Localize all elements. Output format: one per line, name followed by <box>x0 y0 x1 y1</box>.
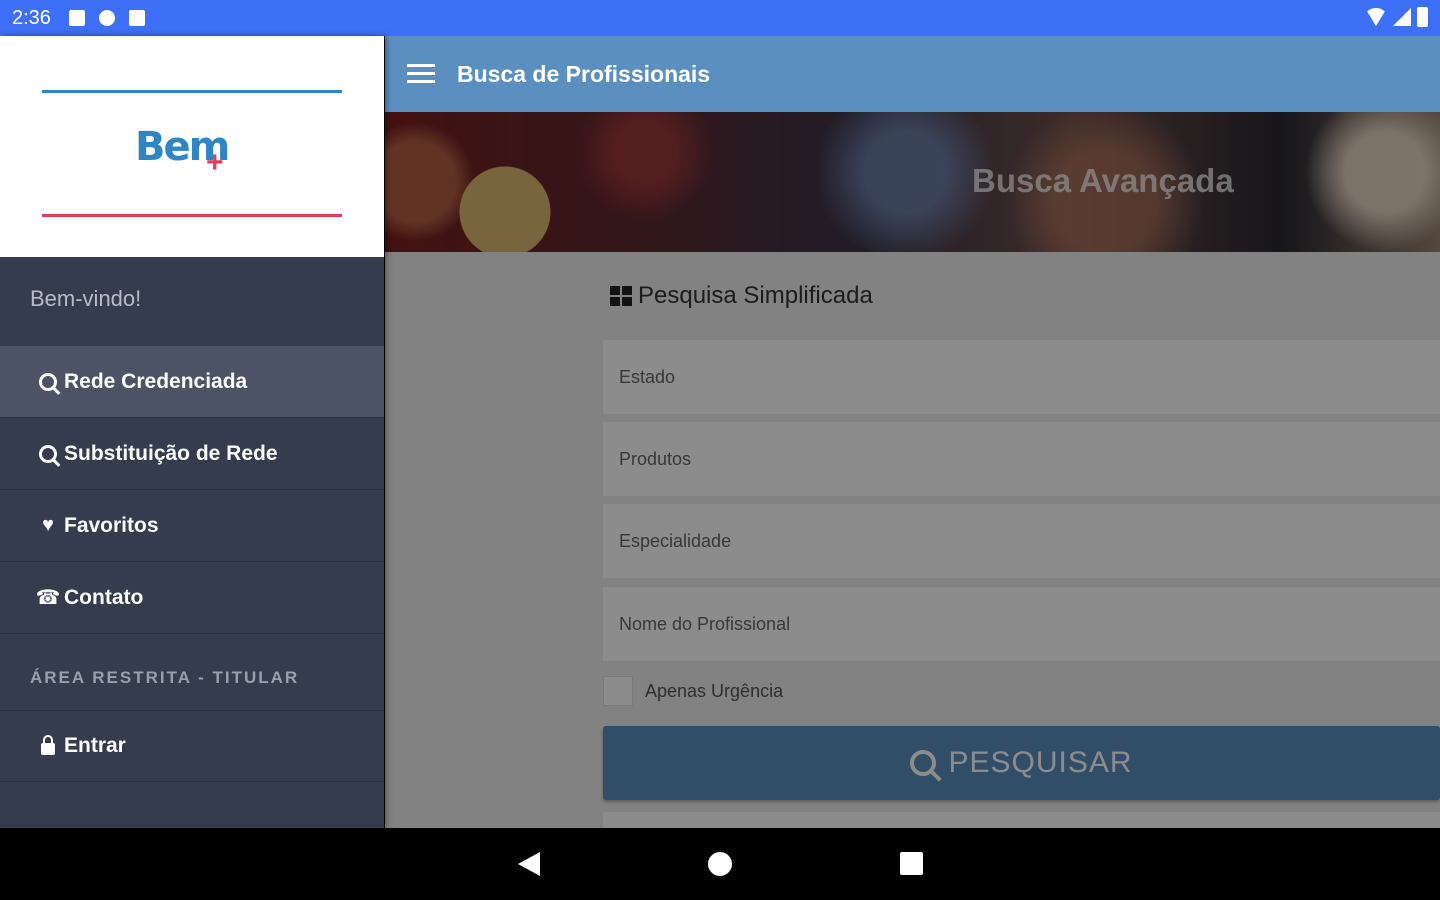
home-icon[interactable] <box>708 852 732 876</box>
drawer-item-rede-credenciada[interactable]: Rede Credenciada <box>0 346 384 418</box>
drawer-item-label: Substituição de Rede <box>64 441 278 465</box>
logo-line-top <box>42 90 342 93</box>
notification-icon <box>68 10 85 26</box>
drawer-item-label: Favoritos <box>64 513 159 537</box>
heart-icon: ♥ <box>42 514 54 536</box>
sd-card-icon <box>128 10 145 26</box>
drawer-item-label: Contato <box>64 585 144 609</box>
app-bar: Busca de Profissionais <box>385 36 1440 112</box>
phone-icon: ☎ <box>35 587 61 609</box>
drawer-item-entrar[interactable]: Entrar <box>0 710 384 782</box>
drawer-item-label: Rede Credenciada <box>64 369 248 393</box>
welcome-text: Bem-vindo! <box>30 286 142 311</box>
drawer-item-favoritos[interactable]: ♥ Favoritos <box>0 490 384 562</box>
navigation-drawer: Bem + Bem-vindo! Rede Credenciada Substi… <box>0 36 384 828</box>
wifi-icon <box>1365 8 1387 26</box>
logo-plus: + <box>206 146 224 179</box>
drawer-scrim[interactable] <box>385 112 1440 828</box>
signal-icon <box>1393 8 1411 26</box>
back-icon[interactable] <box>518 852 540 876</box>
drawer-header: Bem + <box>0 36 384 257</box>
menu-icon[interactable] <box>407 64 435 84</box>
status-indicators <box>1365 7 1428 27</box>
page-title: Busca de Profissionais <box>457 60 711 87</box>
search-icon <box>36 372 60 391</box>
search-icon <box>36 444 60 463</box>
sync-icon <box>98 10 115 26</box>
restricted-area-label: ÁREA RESTRITA - TITULAR <box>30 668 300 687</box>
drawer-item-substituicao-rede[interactable]: Substituição de Rede <box>0 418 384 490</box>
system-nav-bar <box>0 828 1440 900</box>
lock-icon <box>36 735 60 755</box>
battery-icon <box>1417 7 1428 27</box>
logo-line-bottom <box>42 214 342 217</box>
recent-apps-icon[interactable] <box>900 852 923 875</box>
drawer-item-contato[interactable]: ☎ Contato <box>0 562 384 634</box>
drawer-item-label: Entrar <box>64 734 126 757</box>
status-bar: 2:36 <box>0 0 1440 36</box>
status-time: 2:36 <box>12 6 51 29</box>
